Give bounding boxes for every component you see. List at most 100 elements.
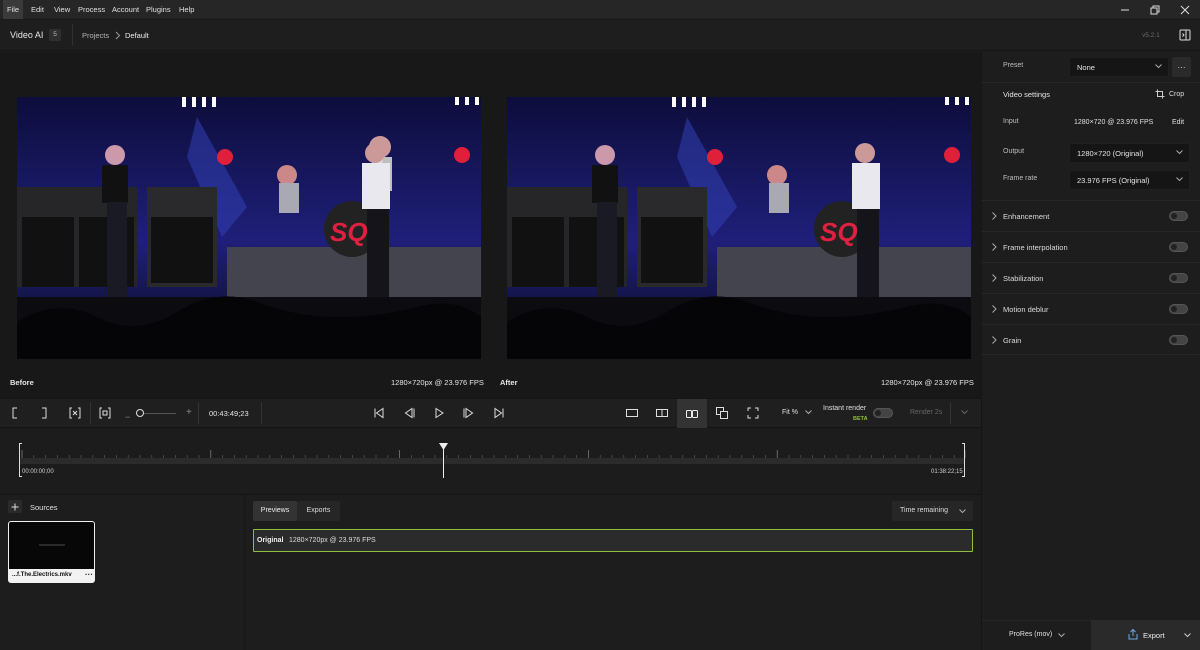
fullscreen-icon: [747, 407, 759, 419]
single-view-button[interactable]: [624, 405, 640, 421]
instant-render-toggle[interactable]: [873, 408, 893, 418]
menu-account[interactable]: Account: [108, 0, 143, 19]
export-button[interactable]: Export: [1091, 620, 1200, 650]
minimize-button[interactable]: [1110, 0, 1140, 19]
instant-render-label: Instant render: [823, 405, 867, 412]
crop-icon[interactable]: [1155, 89, 1165, 99]
after-info: 1280×720px @ 23.976 FPS: [881, 378, 974, 387]
fullscreen-button[interactable]: [745, 405, 761, 421]
source-more-icon[interactable]: ···: [85, 570, 93, 579]
restore-button[interactable]: [1140, 0, 1170, 19]
frame-rate-dropdown[interactable]: 23.976 FPS (Original): [1069, 170, 1190, 190]
compare-view-button[interactable]: [714, 405, 730, 421]
before-video-frame[interactable]: SQ: [17, 97, 481, 359]
next-frame-button[interactable]: [461, 405, 477, 421]
playhead-handle-icon[interactable]: [438, 443, 448, 450]
split-view-icon: [656, 409, 668, 417]
tab-exports[interactable]: Exports: [297, 501, 340, 521]
chevron-down-icon: [1058, 633, 1065, 638]
section-enhancement[interactable]: Enhancement: [982, 200, 1200, 231]
output-value: 1280×720 (Original): [1077, 149, 1144, 158]
close-window-button[interactable]: [1170, 0, 1200, 19]
skip-to-end-button[interactable]: [491, 405, 507, 421]
section-stabilization[interactable]: Stabilization: [982, 262, 1200, 293]
previous-frame-button[interactable]: [401, 405, 417, 421]
section-label: Motion deblur: [1003, 305, 1049, 314]
menu-plugins[interactable]: Plugins: [142, 0, 175, 19]
input-value: 1280×720 @ 23.976 FPS: [1074, 119, 1154, 126]
section-motion-deblur[interactable]: Motion deblur: [982, 293, 1200, 324]
menu-help[interactable]: Help: [175, 0, 198, 19]
zoom-out-icon[interactable]: −: [125, 412, 130, 422]
preset-dropdown[interactable]: None: [1069, 57, 1169, 77]
preset-more-button[interactable]: ···: [1172, 57, 1191, 77]
menu-process[interactable]: Process: [74, 0, 109, 19]
breadcrumb-projects[interactable]: Projects: [82, 31, 109, 40]
single-view-icon: [626, 409, 638, 417]
mark-out-button[interactable]: [37, 405, 51, 421]
mark-in-button[interactable]: [8, 405, 22, 421]
chevron-right-icon: [992, 336, 997, 344]
grain-toggle[interactable]: [1169, 335, 1188, 345]
control-divider: [261, 402, 262, 424]
frame-range-button[interactable]: [97, 405, 113, 421]
fit-zoom-label[interactable]: Fit %: [782, 409, 798, 416]
section-grain[interactable]: Grain: [982, 324, 1200, 355]
tab-previews[interactable]: Previews: [253, 501, 297, 521]
svg-text:SQ: SQ: [820, 217, 858, 247]
before-label: Before: [10, 378, 34, 387]
zoom-slider-thumb[interactable]: [136, 409, 144, 417]
after-video-frame[interactable]: SQ: [507, 97, 971, 359]
render-options-chevron-icon[interactable]: [961, 410, 968, 415]
toggle-panel-button[interactable]: [1170, 24, 1200, 46]
header-divider: [72, 24, 73, 46]
menu-view[interactable]: View: [50, 0, 74, 19]
side-by-side-view-button[interactable]: [677, 399, 707, 428]
before-info: 1280×720px @ 23.976 FPS: [391, 378, 484, 387]
section-frame-interpolation[interactable]: Frame interpolation: [982, 231, 1200, 262]
skip-to-start-button[interactable]: [371, 405, 387, 421]
export-label: Export: [1143, 631, 1165, 640]
split-view-button[interactable]: [654, 405, 670, 421]
input-edit-button[interactable]: Edit: [1172, 119, 1184, 126]
zoom-in-icon[interactable]: +: [186, 407, 192, 418]
side-panel-icon: [1179, 29, 1191, 41]
render-button[interactable]: Render 2s: [910, 409, 942, 416]
control-divider: [950, 402, 951, 424]
timeline-start-time: 00:00:00;00: [22, 469, 54, 475]
preview-queue-row[interactable]: Original 1280×720px @ 23.976 FPS: [253, 529, 973, 552]
section-label: Enhancement: [1003, 212, 1050, 221]
sort-dropdown[interactable]: Time remaining: [892, 501, 973, 521]
sources-title: Sources: [30, 503, 58, 512]
header-bar: Video AI 5 Projects Default v5.2.1: [0, 20, 1200, 51]
chevron-down-icon: [959, 509, 966, 514]
after-label: After: [500, 378, 518, 387]
menu-edit[interactable]: Edit: [27, 0, 48, 19]
concert-image-after: SQ: [507, 97, 971, 359]
menu-file[interactable]: File: [3, 0, 24, 19]
crop-button[interactable]: Crop: [1169, 91, 1184, 98]
breadcrumb-chevron-icon: [115, 31, 121, 40]
enhancement-toggle[interactable]: [1169, 211, 1188, 221]
export-format-dropdown[interactable]: ProRes (mov): [1009, 631, 1052, 638]
source-card[interactable]: ...f.The.Electrics.mkv ···: [8, 521, 95, 583]
stabilization-toggle[interactable]: [1169, 273, 1188, 283]
chevron-right-icon: [992, 243, 997, 251]
frame-range-icon: [99, 407, 111, 419]
settings-panel: Preset None ··· Video settings Crop Inpu…: [981, 52, 1200, 650]
frame-interpolation-toggle[interactable]: [1169, 242, 1188, 252]
control-divider: [198, 402, 199, 424]
section-label: Stabilization: [1003, 274, 1044, 283]
play-button[interactable]: [431, 405, 447, 421]
panel-divider: [982, 82, 1200, 83]
output-dropdown[interactable]: 1280×720 (Original): [1069, 143, 1190, 163]
step-forward-icon: [463, 407, 474, 419]
clear-range-button[interactable]: [67, 405, 83, 421]
add-source-button[interactable]: [8, 500, 22, 513]
preset-label: Preset: [1003, 62, 1024, 69]
video-settings-title: Video settings: [1003, 90, 1050, 99]
sort-dropdown-label: Time remaining: [900, 507, 948, 514]
motion-deblur-toggle[interactable]: [1169, 304, 1188, 314]
skip-end-icon: [494, 407, 504, 419]
side-by-side-icon: [686, 409, 698, 418]
